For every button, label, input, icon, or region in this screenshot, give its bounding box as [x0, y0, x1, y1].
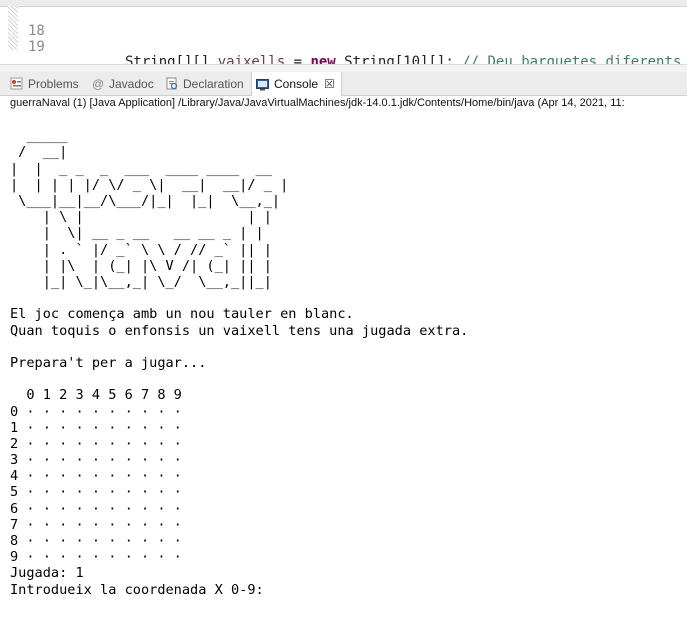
code-editor[interactable]: 18 19 String[][] vaixells = new String[1… [0, 0, 687, 73]
console-icon [256, 78, 269, 91]
board-row: 5 · · · · · · · · · · [10, 484, 182, 501]
tab-declaration[interactable]: Declaration [165, 72, 244, 95]
console-output[interactable]: _____ / __| | | _ _ _ ___ ____ ____ __ |… [10, 112, 687, 620]
view-tab-bar: Problems @ Javadoc Declaration Console ☒ [0, 72, 687, 96]
editor-line[interactable]: 20 [0, 41, 687, 50]
tab-label: Javadoc [109, 76, 154, 91]
console-line: El joc comença amb un nou tauler en blan… [10, 306, 354, 323]
board-row: 0 · · · · · · · · · · [10, 403, 182, 420]
board-row: 6 · · · · · · · · · · [10, 500, 182, 517]
board-row: 4 · · · · · · · · · · [10, 468, 182, 485]
board-row: 1 · · · · · · · · · · [10, 419, 182, 436]
board-row: 8 · · · · · · · · · · [10, 533, 182, 550]
tab-javadoc[interactable]: @ Javadoc [92, 72, 154, 95]
launch-info: guerraNaval (1) [Java Application] /Libr… [10, 97, 625, 109]
editor-line[interactable]: 19 String[][] vaixells = new String[10][… [0, 25, 687, 70]
tab-label: Declaration [183, 76, 244, 91]
tab-problems[interactable]: Problems [10, 72, 79, 95]
javadoc-icon: @ [92, 77, 105, 91]
tab-console[interactable]: Console ☒ [251, 72, 342, 96]
tab-label: Problems [28, 76, 79, 91]
ascii-art-title: _____ / __| | | _ _ _ ___ ____ ____ __ |… [10, 128, 289, 291]
console-line: Quan toquis o enfonsis un vaixell tens u… [10, 322, 469, 339]
console-line: Prepara't per a jugar... [10, 354, 207, 371]
declaration-icon [165, 77, 178, 90]
tab-label: Console [274, 77, 319, 91]
board-row: 3 · · · · · · · · · · [10, 452, 182, 469]
board-row: 2 · · · · · · · · · · [10, 435, 182, 452]
board-row: 7 · · · · · · · · · · [10, 516, 182, 533]
close-icon[interactable]: ☒ [324, 77, 335, 91]
problems-icon [10, 77, 23, 90]
editor-line[interactable]: 18 [0, 9, 687, 39]
console-line: Jugada: 1 [10, 565, 84, 582]
board-header: 0 1 2 3 4 5 6 7 8 9 [10, 387, 182, 404]
console-prompt[interactable]: Introdueix la coordenada X 0-9: [10, 582, 687, 598]
editor-top-border [0, 0, 687, 7]
board-row: 9 · · · · · · · · · · [10, 549, 182, 566]
